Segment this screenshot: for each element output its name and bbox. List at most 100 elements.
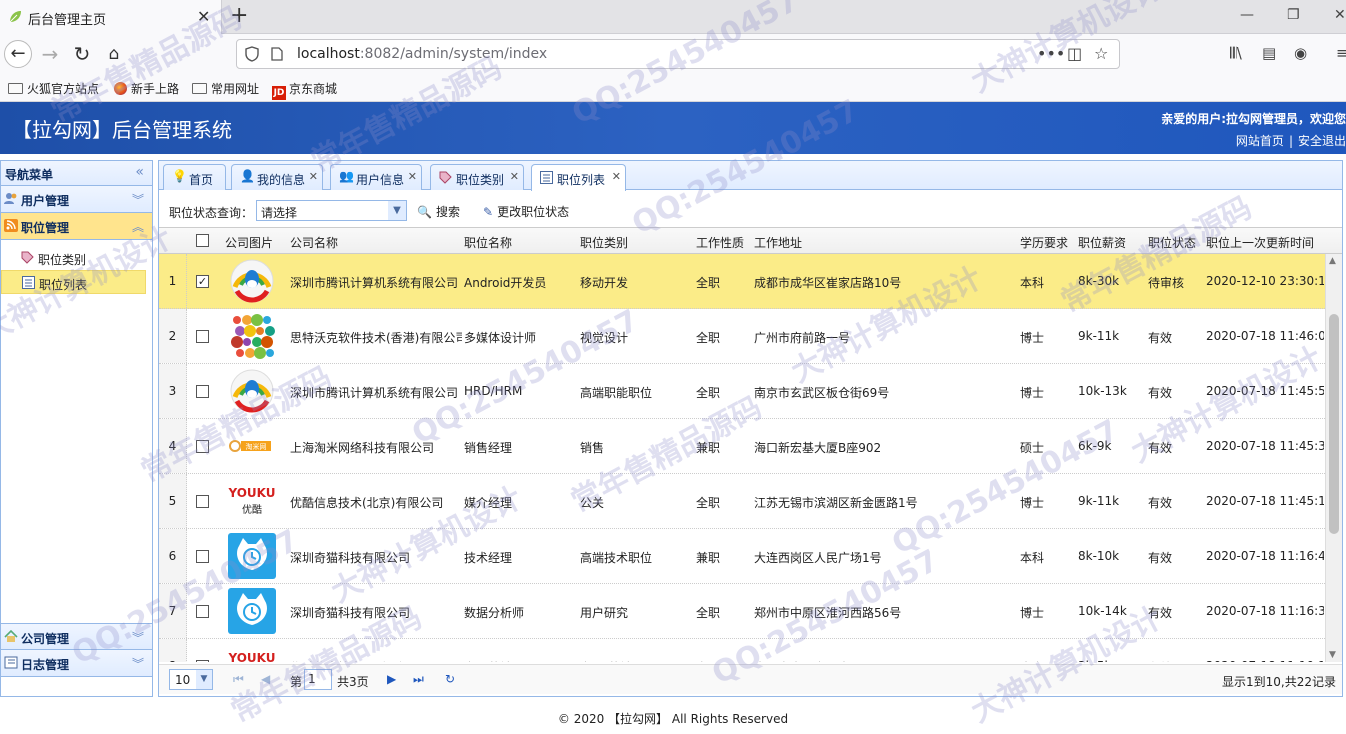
browser-tabstrip: 后台管理主页 ✕ + — ❐ ✕	[0, 0, 1346, 34]
cell-salary: 9k-11k	[1078, 329, 1120, 343]
cell-category: 市场/营销	[580, 659, 694, 662]
accordion-label: 职位管理	[21, 221, 70, 235]
sidebar-item-job-category[interactable]: 职位类别	[1, 246, 152, 270]
table-row[interactable]: 8 YOUKU优酷优酷信息技术(北京)有限公司市场营销市场/营销实习贵州省贵阳市云…	[159, 639, 1325, 662]
home-icon[interactable]: ⌂	[100, 40, 128, 68]
cell-nature: 全职	[696, 276, 721, 290]
scroll-up-icon[interactable]: ▲	[1329, 256, 1336, 266]
column-header[interactable]: 工作性质	[696, 234, 744, 251]
search-button[interactable]: 🔍 搜索	[417, 203, 460, 220]
forward-icon[interactable]: →	[36, 40, 64, 68]
table-row[interactable]: 4 淘米网 上海淘米网络科技有限公司 销售经理 销售 兼职 海口新宏基大厦B座902 硕士 6k…	[159, 419, 1325, 474]
minimize-icon[interactable]: —	[1240, 7, 1254, 23]
tab-job-list[interactable]: 职位列表 ✕	[531, 164, 626, 191]
row-checkbox[interactable]	[196, 660, 209, 662]
new-tab-icon[interactable]: +	[230, 3, 248, 28]
sidebar-header: 导航菜单 «	[1, 161, 152, 186]
table-row[interactable]: 2 思特沃克软件技术(香港)有限公司 多媒体设计师 视觉设计 全职 广州市府前路一号 博士 9…	[159, 309, 1325, 364]
accordion-job-management[interactable]: 职位管理 ︽	[1, 213, 152, 240]
row-checkbox[interactable]: ✓	[196, 275, 209, 288]
close-icon[interactable]: ✕	[408, 170, 417, 183]
row-checkbox[interactable]	[196, 330, 209, 343]
grid-scrollbar[interactable]: ▲ ▼	[1325, 254, 1342, 662]
pocket-icon[interactable]: ◫	[1067, 44, 1082, 63]
column-header[interactable]: 职位名称	[464, 234, 512, 251]
row-checkbox[interactable]	[196, 440, 209, 453]
table-row[interactable]: 7 深圳奇猫科技有限公司 数据分析师 用户研究 全职 郑州市中原区淮河西路56号 博士 10k…	[159, 584, 1325, 639]
tag-icon	[439, 171, 452, 184]
bookmark-firefox-site[interactable]: 火狐官方站点	[8, 80, 99, 97]
bookmark-common-sites[interactable]: 常用网址	[192, 80, 259, 97]
row-checkbox[interactable]	[196, 605, 209, 618]
table-row[interactable]: 5 YOUKU 优酷 优酷信息技术(北京)有限公司 媒介经理 公关 全职 江苏无锡市滨湖区新金…	[159, 474, 1325, 529]
library-icon[interactable]: 𝄃𝄃\	[1230, 44, 1242, 62]
cell-edu: 博士	[1020, 496, 1045, 510]
page-number-input[interactable]: 1	[304, 669, 332, 690]
collapse-left-icon[interactable]: «	[135, 164, 144, 180]
cell-category: 高端技术职位	[580, 551, 653, 565]
close-icon[interactable]: ✕	[309, 170, 318, 183]
column-header[interactable]: 职位状态	[1148, 234, 1196, 251]
bookmark-jd[interactable]: JD 京东商城	[272, 80, 337, 100]
table-row[interactable]: 1 ✓ 深圳市腾讯计算机系统有限公司 Android开发员 移动开发 全职 成都市成华区崔家…	[159, 254, 1325, 309]
column-header[interactable]: 公司图片	[225, 234, 273, 251]
column-header[interactable]: 职位薪资	[1078, 234, 1126, 251]
page-size-select[interactable]: 10 ▼	[169, 669, 213, 690]
column-header[interactable]: 职位类别	[580, 234, 628, 251]
close-icon[interactable]: ✕	[197, 7, 210, 26]
sidebar-item-job-list[interactable]: 职位列表	[1, 270, 146, 294]
refresh-icon[interactable]: ↻	[445, 672, 455, 686]
scroll-thumb[interactable]	[1329, 314, 1339, 534]
cell-status: 有效	[1148, 331, 1173, 345]
select-all-checkbox[interactable]	[196, 234, 209, 247]
menu-icon[interactable]: ≡	[1336, 44, 1346, 62]
close-icon[interactable]: ✕	[510, 170, 519, 183]
prev-page-icon[interactable]: ◀	[261, 672, 270, 686]
accordion-user-management[interactable]: 用户管理 ︾	[1, 186, 152, 213]
account-icon[interactable]: ◉	[1294, 44, 1307, 62]
close-icon[interactable]: ✕	[612, 170, 621, 183]
firefox-icon	[114, 82, 127, 95]
first-page-icon[interactable]: ⏮	[233, 672, 244, 687]
job-grid: 公司图片 公司名称 职位名称 职位类别 工作性质 工作地址 学历要求 职位薪资 …	[159, 227, 1342, 662]
column-header[interactable]: 学历要求	[1020, 234, 1068, 251]
table-row[interactable]: 3 深圳市腾讯计算机系统有限公司 HRD/HRM 高端职能职位 全职 南京市玄武区板仓街6…	[159, 364, 1325, 419]
row-checkbox[interactable]	[196, 550, 209, 563]
column-header[interactable]: 公司名称	[290, 234, 338, 251]
next-page-icon[interactable]: ▶	[387, 672, 396, 686]
cell-category: 销售	[580, 441, 605, 455]
back-icon[interactable]: ←	[4, 40, 32, 68]
browser-tab[interactable]: 后台管理主页 ✕	[0, 0, 222, 34]
cell-company: 优酷信息技术(北京)有限公司	[290, 659, 462, 662]
logout-link[interactable]: 安全退出	[1298, 134, 1346, 148]
sidebar-icon[interactable]: ▤	[1262, 44, 1276, 62]
status-select[interactable]: 请选择 ▼	[256, 200, 407, 221]
star-icon[interactable]: ☆	[1094, 44, 1108, 63]
row-checkbox[interactable]	[196, 495, 209, 508]
column-header[interactable]: 工作地址	[754, 234, 802, 251]
cell-time: 2020-07-18 11:45:12	[1206, 494, 1324, 508]
more-icon[interactable]: •••	[1037, 44, 1065, 63]
column-header[interactable]: 职位上一次更新时间	[1206, 234, 1314, 251]
tab-my-info[interactable]: 👤 我的信息 ✕	[231, 164, 323, 190]
tab-user-info[interactable]: 👥 用户信息 ✕	[330, 164, 422, 190]
url-bar[interactable]: localhost:8082/admin/system/index ••• ◫ …	[236, 39, 1120, 69]
row-checkbox[interactable]	[196, 385, 209, 398]
cell-salary: 8k-30k	[1078, 274, 1120, 288]
scroll-down-icon[interactable]: ▼	[1329, 650, 1336, 660]
cell-edu: 博士	[1020, 331, 1045, 345]
reload-icon[interactable]: ↻	[68, 40, 96, 68]
bookmark-getting-started[interactable]: 新手上路	[114, 80, 179, 97]
window-close-icon[interactable]: ✕	[1334, 7, 1346, 23]
restore-icon[interactable]: ❐	[1287, 7, 1300, 23]
list-icon	[540, 171, 553, 184]
site-home-link[interactable]: 网站首页	[1236, 134, 1284, 148]
update-status-button[interactable]: ✎ 更改职位状态	[483, 203, 569, 220]
table-row[interactable]: 6 深圳奇猫科技有限公司 技术经理 高端技术职位 兼职 大连西岗区人民广场1号 本科 8k-1…	[159, 529, 1325, 584]
tab-job-category[interactable]: 职位类别 ✕	[430, 164, 524, 190]
accordion-company-management[interactable]: 公司管理 ︾	[1, 623, 152, 650]
tab-home[interactable]: 💡 首页	[163, 164, 226, 190]
accordion-log-management[interactable]: 日志管理 ︾	[1, 650, 152, 677]
last-page-icon[interactable]: ⏭	[413, 672, 424, 687]
page-icon	[271, 47, 283, 61]
